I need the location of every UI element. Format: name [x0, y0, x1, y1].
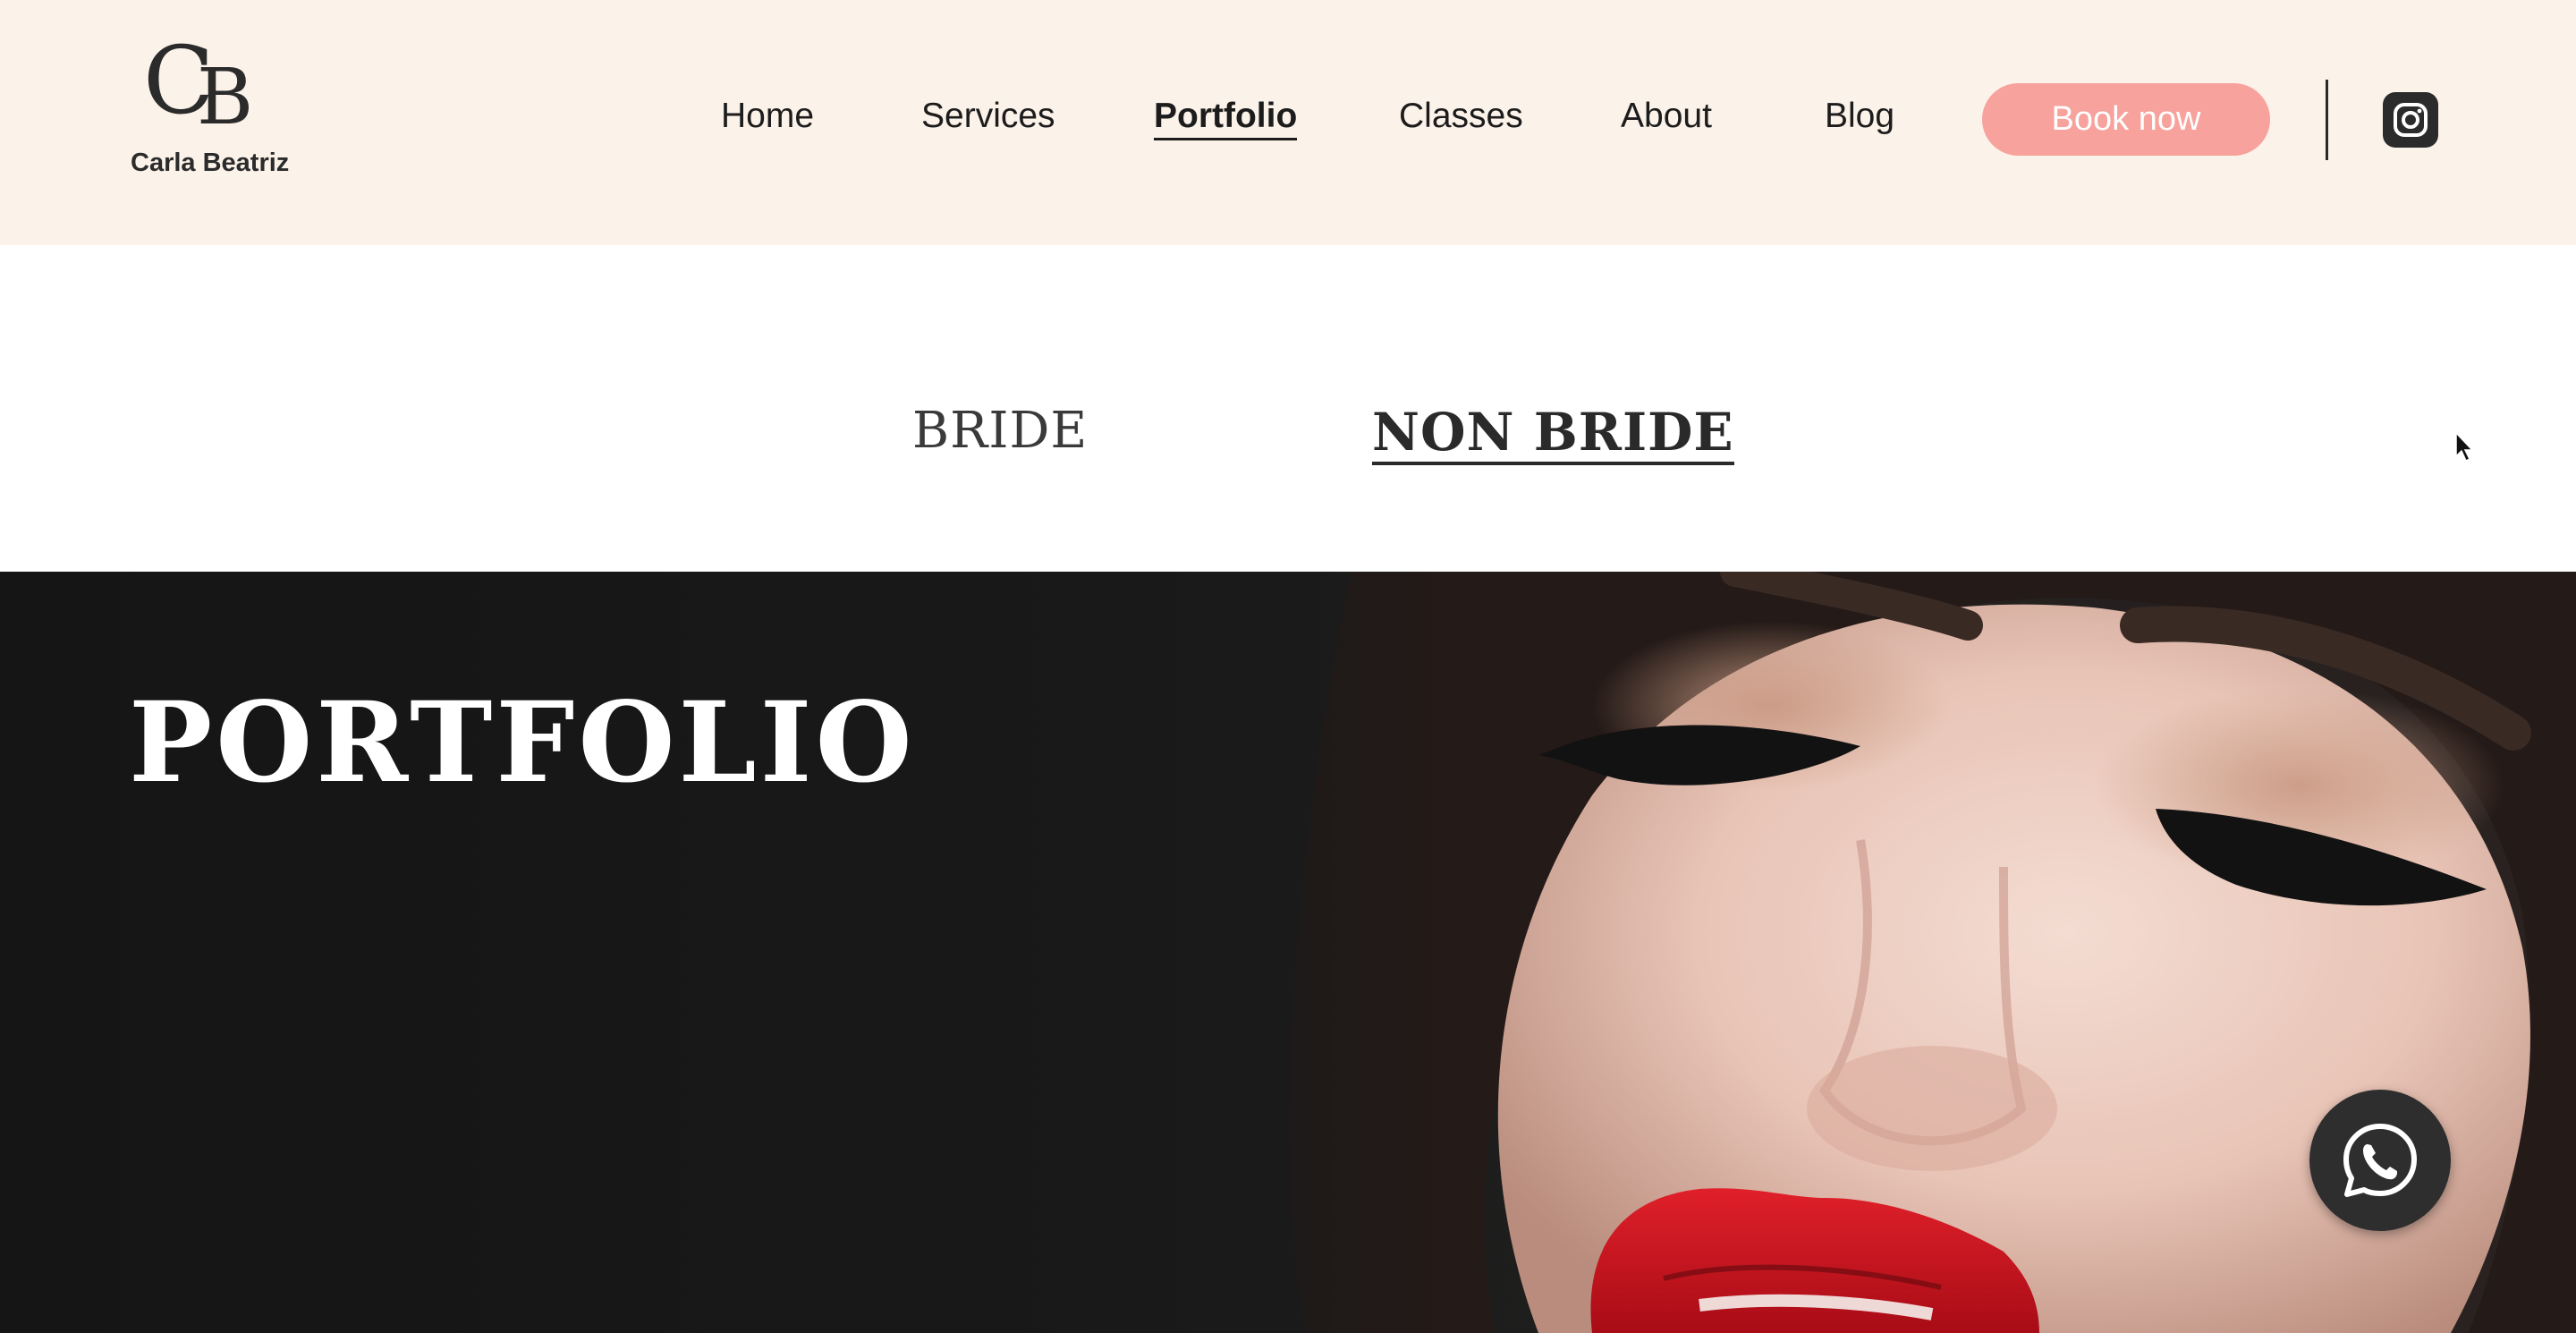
page-title: PORTFOLIO: [129, 678, 916, 808]
portfolio-category-tabs: BRIDE NON BRIDE: [0, 245, 2576, 572]
nav-item-classes[interactable]: Classes: [1399, 97, 1523, 136]
tab-bride[interactable]: BRIDE: [912, 406, 1088, 456]
nav-item-home[interactable]: Home: [721, 97, 814, 136]
site-header: C B Carla Beatriz Home Services Portfoli…: [0, 0, 2576, 245]
tab-non-bride[interactable]: NON BRIDE: [1372, 406, 1734, 465]
nav-item-services[interactable]: Services: [921, 97, 1055, 136]
mouse-pointer-icon: [2455, 431, 2474, 463]
monogram: C B: [143, 34, 277, 145]
brand-logo[interactable]: C B Carla Beatriz: [131, 34, 289, 184]
brand-name: Carla Beatriz: [131, 149, 290, 177]
whatsapp-icon[interactable]: [2309, 1090, 2451, 1231]
portfolio-hero: PORTFOLIO: [0, 572, 2576, 1333]
nav-item-portfolio[interactable]: Portfolio: [1154, 97, 1298, 140]
nav-item-about[interactable]: About: [1621, 97, 1712, 136]
header-divider: [2326, 80, 2328, 160]
nav-item-blog[interactable]: Blog: [1825, 97, 1894, 136]
instagram-icon[interactable]: [2383, 92, 2438, 148]
monogram-b: B: [197, 53, 254, 142]
book-now-button[interactable]: Book now: [1982, 83, 2270, 156]
